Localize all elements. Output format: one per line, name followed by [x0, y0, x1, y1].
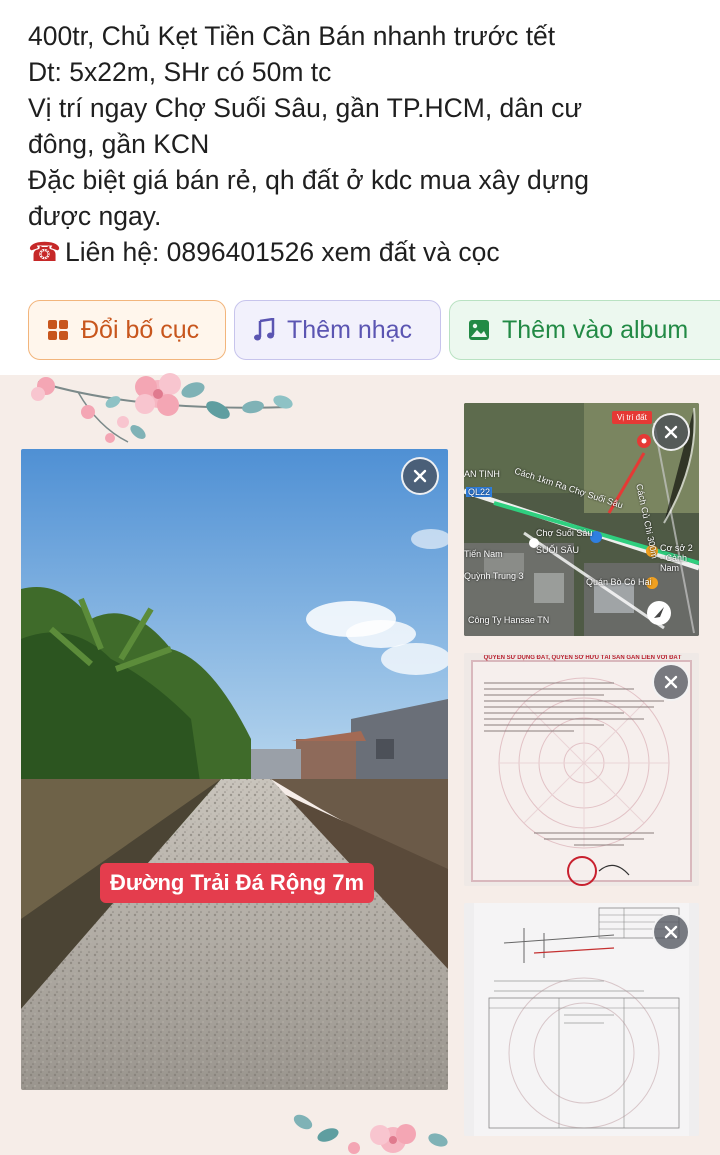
close-icon: [413, 469, 427, 483]
flower-decoration: [31, 373, 293, 443]
add-music-button[interactable]: Thêm nhạc: [234, 300, 441, 360]
remove-photo-button[interactable]: [652, 663, 690, 701]
action-bar: Đổi bố cục Thêm nhạc Thêm vào album: [28, 300, 720, 360]
map-location-tag: Vị trí đất: [612, 411, 652, 424]
caption-line: Dt: 5x22m, SHr có 50m tc: [28, 57, 332, 87]
caption-line: Đặc biệt giá bán rẻ, qh đất ở kdc mua xâ…: [28, 165, 590, 195]
land-plan-photo[interactable]: [464, 903, 699, 1136]
map-road-label: QL22: [466, 487, 493, 497]
caption-line: đông, gần KCN: [28, 129, 210, 159]
add-music-label: Thêm nhạc: [287, 315, 413, 344]
map-poi-left3: AN TỊNH: [464, 469, 500, 479]
map-poi-area: SUỐI SÂU: [536, 545, 580, 555]
flower-decoration-bottom: [293, 1114, 448, 1154]
map-poi-company: Công Ty Hansae TN: [468, 615, 550, 625]
add-to-album-button[interactable]: Thêm vào album: [449, 300, 720, 360]
image-icon: [468, 319, 490, 341]
remove-photo-button[interactable]: [652, 913, 690, 951]
remove-photo-button[interactable]: [401, 457, 439, 495]
caption-line: Vị trí ngay Chợ Suối Sâu, gần TP.HCM, dâ…: [28, 93, 583, 123]
land-certificate-photo[interactable]: QUYỀN SỬ DỤNG ĐẤT, QUYỀN SỞ HỮU TÀI SẢN …: [464, 653, 699, 886]
remove-photo-button[interactable]: [652, 413, 690, 451]
close-icon: [664, 925, 678, 939]
road-photo[interactable]: [21, 449, 448, 1090]
road-width-label: Đường Trải Đá Rộng 7m: [100, 863, 375, 903]
map-poi-base: Cơ sở 2 - Cảnh Nam: [660, 543, 693, 573]
change-layout-button[interactable]: Đổi bố cục: [28, 300, 226, 360]
road-photo-image: [21, 449, 448, 1090]
contact-text: Liên hệ: 0896401526 xem đất và cọc: [65, 237, 500, 267]
change-layout-label: Đổi bố cục: [81, 315, 200, 344]
map-photo[interactable]: Vị trí đất Cách 1km Ra Chợ Suối Sâu Cách…: [464, 403, 699, 636]
music-note-icon: [253, 318, 275, 342]
contact-line: ☎ Liên hệ: 0896401526 xem đất và cọc: [28, 234, 708, 270]
certificate-title: QUYỀN SỬ DỤNG ĐẤT, QUYỀN SỞ HỮU TÀI SẢN …: [483, 655, 682, 661]
map-poi-market: Chợ Suối Sâu: [536, 528, 593, 538]
caption-line: 400tr, Chủ Kẹt Tiền Cần Bán nhanh trước …: [28, 21, 556, 51]
close-icon: [664, 425, 678, 439]
grid-icon: [47, 319, 69, 341]
post-caption: 400tr, Chủ Kẹt Tiền Cần Bán nhanh trước …: [28, 18, 708, 270]
map-poi-restaurant: Quán Bò Cô Hai: [586, 577, 652, 587]
add-to-album-label: Thêm vào album: [502, 315, 689, 344]
close-icon: [664, 675, 678, 689]
map-poi-left2: Quỳnh Trung 3: [464, 571, 524, 581]
map-poi-left1: Tiến Nam: [464, 549, 503, 559]
telephone-icon: ☎: [28, 237, 62, 267]
caption-line: được ngay.: [28, 201, 162, 231]
